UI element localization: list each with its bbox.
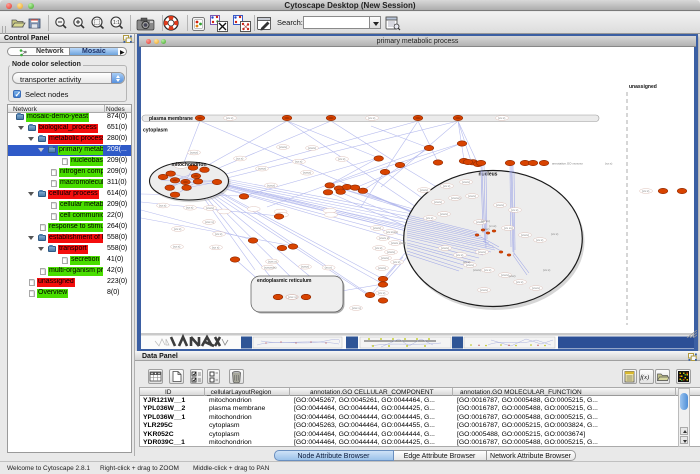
svg-text:unassigned: unassigned: [629, 84, 657, 90]
svg-text:(xxx x): (xxx x): [268, 260, 277, 264]
svg-text:(xxxx): (xxxx): [440, 212, 448, 216]
svg-text:(xx:x): (xx:x): [295, 160, 302, 164]
svg-text:(xxxx): (xxxx): [279, 145, 287, 149]
svg-text:(xxxx): (xxxx): [301, 265, 309, 269]
svg-text:1:1: 1:1: [113, 20, 120, 26]
svg-text:(xxxx): (xxxx): [267, 183, 275, 187]
svg-text:(xx:x): (xx:x): [536, 238, 543, 242]
svg-text:(xx:x): (xx:x): [484, 268, 491, 272]
svg-text:(xxxx): (xxxx): [473, 268, 481, 272]
svg-text:(xx:x): (xx:x): [605, 162, 612, 166]
svg-text:(xxx x): (xxx x): [205, 220, 214, 224]
svg-text:(xx:x): (xx:x): [426, 216, 433, 220]
svg-text:(xxxx): (xxxx): [378, 266, 386, 270]
svg-text:(xxxx): (xxxx): [501, 273, 509, 277]
svg-text:(xx:x): (xx:x): [226, 116, 233, 120]
svg-text:(xx:x): (xx:x): [543, 268, 550, 272]
svg-text:(xx:xxxx): (xx:xxxx): [386, 230, 398, 234]
svg-text:(xxxx): (xxxx): [258, 167, 266, 171]
svg-text:cytoplasm: cytoplasm: [143, 128, 168, 134]
svg-text:(xxxx): (xxxx): [206, 206, 214, 210]
svg-text:(xxx x): (xxx x): [288, 295, 297, 299]
svg-text:(xxxx): (xxxx): [468, 194, 476, 198]
svg-text:mitochondrion: mitochondrion: [172, 162, 207, 168]
svg-text:(xx:x): (xx:x): [186, 206, 193, 210]
svg-text:(xxxx): (xxxx): [532, 286, 540, 290]
svg-text:endoplasmic reticulum: endoplasmic reticulum: [257, 278, 312, 284]
svg-text:(xx:x): (xx:x): [159, 204, 166, 208]
svg-text:(xxxx): (xxxx): [521, 233, 529, 237]
svg-text:(xxxx): (xxxx): [480, 288, 488, 292]
svg-text:(xxxxxxx): (xxxxxxx): [264, 266, 277, 270]
svg-text:f(x): f(x): [640, 374, 649, 381]
svg-text:(xx:x): (xx:x): [456, 253, 463, 257]
svg-text:(xx:x): (xx:x): [368, 116, 375, 120]
svg-text:(xx:x): (xx:x): [325, 266, 332, 270]
svg-text:(x:xx): (x:xx): [489, 224, 496, 228]
svg-text:(xxxx): (xxxx): [308, 146, 316, 150]
svg-text:(xxxx x): (xxxx x): [379, 236, 389, 240]
svg-text:(xx:x): (xx:x): [215, 232, 222, 236]
svg-text:(xxxx xxxx): (xxxx xxxx): [391, 241, 406, 245]
svg-text:(xx x): (xx x): [212, 245, 219, 249]
svg-text:(xx xx): (xx xx): [504, 226, 513, 230]
svg-text:(xxxx): (xxxx): [434, 200, 442, 204]
svg-text:(xxxx): (xxxx): [387, 250, 395, 254]
svg-text:(xxxx): (xxxx): [420, 188, 428, 192]
svg-text:(xxxx): (xxxx): [190, 151, 198, 155]
svg-text:(xx:x): (xx:x): [236, 157, 243, 161]
svg-text:(xx:x): (xx:x): [173, 245, 180, 249]
svg-text:(xxxx): (xxxx): [373, 226, 381, 230]
svg-text:(xx:x): (xx:x): [378, 291, 385, 295]
svg-text:(xx:x): (xx:x): [375, 246, 382, 250]
svg-text:(xx:x): (xx:x): [551, 232, 558, 236]
svg-text:(xx:x): (xx:x): [338, 157, 345, 161]
svg-text:(xxxx): (xxxx): [478, 250, 486, 254]
svg-text:(xx:x): (xx:x): [498, 116, 505, 120]
svg-text:(xx:x): (xx:x): [174, 227, 181, 231]
svg-text:(xx:x): (xx:x): [511, 208, 518, 212]
svg-text:plasma membrane: plasma membrane: [149, 116, 193, 122]
svg-text:(xx:x): (xx:x): [463, 260, 470, 264]
svg-text:(xx:x): (xx:x): [642, 189, 649, 193]
svg-text:(xx:xx): (xx:xx): [481, 219, 490, 223]
svg-text:(xxx): (xxx): [509, 274, 516, 278]
svg-text:annotation.GO xxxxxxx: annotation.GO xxxxxxx: [552, 162, 583, 166]
svg-text:(xxxx): (xxxx): [303, 171, 311, 175]
svg-text:(xxx x): (xxx x): [352, 306, 361, 310]
svg-text:(xx:x): (xx:x): [516, 280, 523, 284]
svg-text:(xxxxx): (xxxxx): [451, 196, 461, 200]
svg-text:(xx:x): (xx:x): [443, 184, 450, 188]
svg-text:(xxxx): (xxxx): [381, 256, 389, 260]
svg-text:(xxxx): (xxxx): [462, 180, 470, 184]
svg-text:(xx:x): (xx:x): [393, 260, 400, 264]
svg-text:(xxxx): (xxxx): [441, 246, 449, 250]
svg-text:(xxxx): (xxxx): [496, 203, 504, 207]
